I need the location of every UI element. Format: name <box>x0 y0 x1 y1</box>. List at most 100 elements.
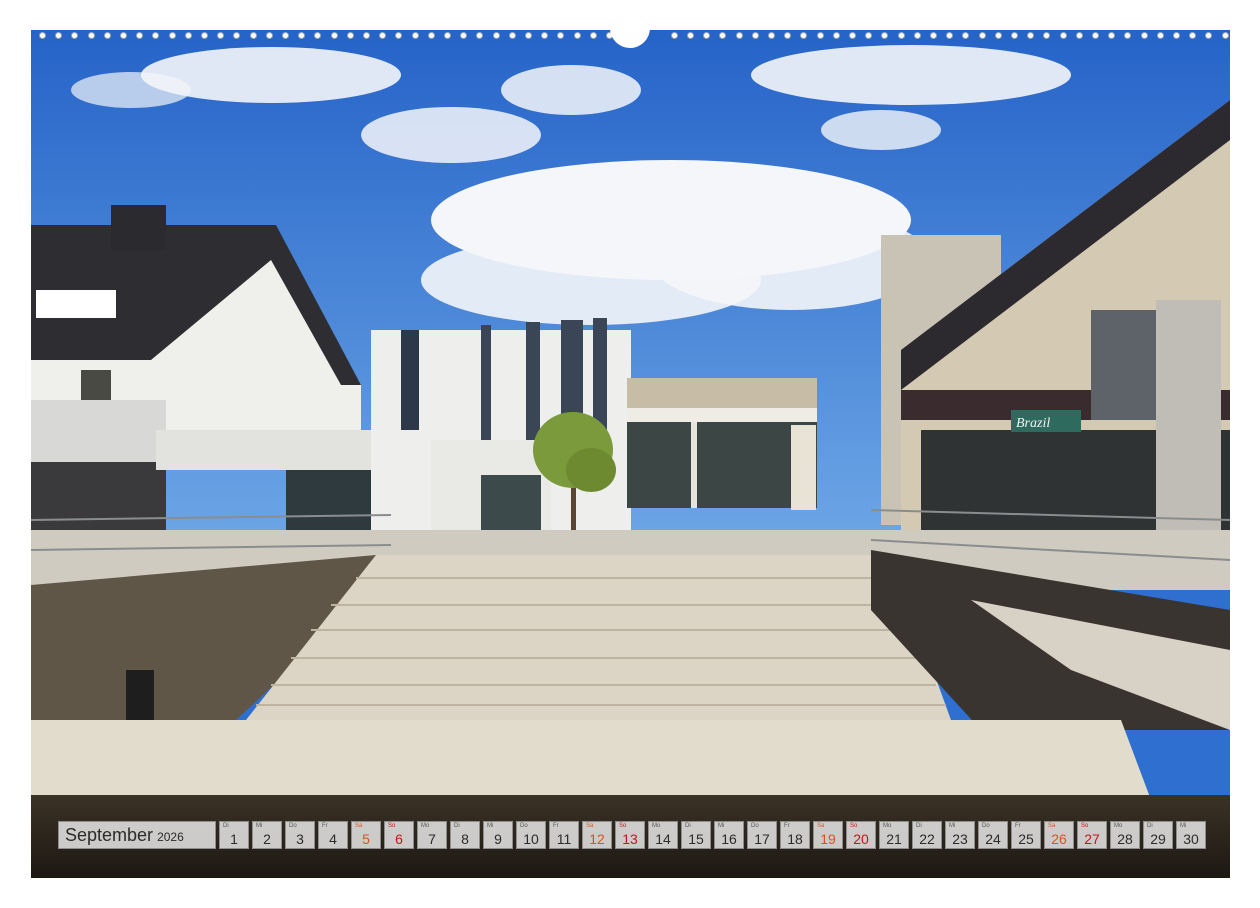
binding-hole <box>573 32 581 39</box>
day-number: 5 <box>362 831 370 847</box>
weekday-abbr: Di <box>454 823 460 829</box>
weekday-abbr: Mi <box>256 823 263 829</box>
calendar-strip: September 2026 Di 1 Mi 2 Do 3 Fr 4 Sa 5 So 6 Mo 7 Di 8 M… <box>58 821 1209 851</box>
day-number: 25 <box>1018 831 1034 847</box>
weekday-abbr: So <box>388 823 396 829</box>
weekday-abbr: Di <box>685 823 691 829</box>
binding-hole <box>152 32 160 39</box>
binding-hole <box>71 32 79 39</box>
weekday-abbr: So <box>850 823 858 829</box>
day-number: 21 <box>886 831 902 847</box>
calendar-day: Di 1 <box>219 821 249 849</box>
calendar-day: Do 24 <box>978 821 1008 849</box>
weekday-abbr: Mi <box>718 823 725 829</box>
day-number: 3 <box>296 831 304 847</box>
day-number: 18 <box>787 831 803 847</box>
day-number: 13 <box>622 831 638 847</box>
binding-hole <box>978 32 986 39</box>
binding-hole <box>136 32 144 39</box>
day-number: 6 <box>395 831 403 847</box>
calendar-day: Mi 23 <box>945 821 975 849</box>
calendar-day: Mo 28 <box>1110 821 1140 849</box>
day-number: 27 <box>1084 831 1100 847</box>
day-number: 1 <box>230 831 238 847</box>
binding-hole <box>589 32 597 39</box>
day-number: 9 <box>494 831 502 847</box>
day-number: 2 <box>263 831 271 847</box>
calendar-day: Mi 9 <box>483 821 513 849</box>
weekday-abbr: Sa <box>817 823 825 829</box>
weekday-abbr: Mi <box>949 823 956 829</box>
binding-hole <box>298 32 306 39</box>
binding-hole <box>735 32 743 39</box>
town-square-photo: Brazil <box>31 30 1230 878</box>
binding-hole <box>1221 32 1229 39</box>
binding-hole <box>492 32 500 39</box>
binding-hole <box>768 32 775 39</box>
day-number: 23 <box>952 831 968 847</box>
calendar-day: Sa 26 <box>1044 821 1074 849</box>
weekday-abbr: Di <box>1147 823 1153 829</box>
binding-hole <box>87 32 95 39</box>
day-number: 28 <box>1117 831 1133 847</box>
binding-hole <box>1173 32 1180 39</box>
calendar-day: Fr 4 <box>318 821 348 849</box>
binding-hole <box>1027 32 1035 39</box>
binding-hole <box>476 32 484 39</box>
binding-hole <box>265 32 273 39</box>
weekday-abbr: Do <box>520 823 528 829</box>
binding-hole <box>39 32 46 39</box>
calendar-day: Mi 16 <box>714 821 744 849</box>
calendar-day: Do 3 <box>285 821 315 849</box>
year: 2026 <box>157 830 184 844</box>
day-number: 16 <box>721 831 737 847</box>
day-number: 22 <box>919 831 935 847</box>
binding-hole <box>330 32 338 39</box>
binding-hole <box>201 32 208 39</box>
binding-hole <box>120 32 127 39</box>
calendar-day: Sa 12 <box>582 821 612 849</box>
binding-hole <box>1189 32 1197 39</box>
day-number: 30 <box>1183 831 1199 847</box>
day-number: 20 <box>853 831 869 847</box>
binding-hole <box>233 32 241 39</box>
binding-hole <box>1043 32 1051 39</box>
calendar-day: Di 22 <box>912 821 942 849</box>
calendar-day: So 13 <box>615 821 645 849</box>
binding-hole <box>784 32 792 39</box>
binding-hole <box>1124 32 1132 39</box>
binding-hole <box>427 32 435 39</box>
day-number: 11 <box>556 831 572 847</box>
weekday-abbr: Mo <box>883 823 892 829</box>
binding-hole <box>103 32 111 39</box>
calendar-day: Do 10 <box>516 821 546 849</box>
weekday-abbr: Mo <box>421 823 430 829</box>
weekday-abbr: Fr <box>784 823 790 829</box>
quay <box>31 720 1151 800</box>
calendar-day: Fr 18 <box>780 821 810 849</box>
weekday-abbr: Di <box>223 823 229 829</box>
day-number: 12 <box>589 831 605 847</box>
binding-hole <box>994 32 1002 39</box>
month-label: September 2026 <box>58 821 216 849</box>
binding-hole <box>460 32 468 39</box>
binding-hole <box>363 32 370 39</box>
binding-hole <box>395 32 403 39</box>
binding-hole <box>1108 32 1116 39</box>
binding-hole <box>703 32 711 39</box>
calendar-day: Mo 21 <box>879 821 909 849</box>
binding-hole <box>930 32 937 39</box>
binding-hole <box>55 32 63 39</box>
weekday-abbr: Do <box>751 823 759 829</box>
calendar-day: Sa 5 <box>351 821 381 849</box>
day-number: 14 <box>655 831 671 847</box>
binding-hole <box>670 32 678 39</box>
calendar-day: So 6 <box>384 821 414 849</box>
weekday-abbr: Mo <box>1114 823 1123 829</box>
binding-hole <box>800 32 808 39</box>
binding-hole <box>1075 32 1083 39</box>
weekday-abbr: Fr <box>322 823 328 829</box>
weekday-abbr: Fr <box>1015 823 1021 829</box>
binding-hole <box>508 32 516 39</box>
day-number: 7 <box>428 831 436 847</box>
